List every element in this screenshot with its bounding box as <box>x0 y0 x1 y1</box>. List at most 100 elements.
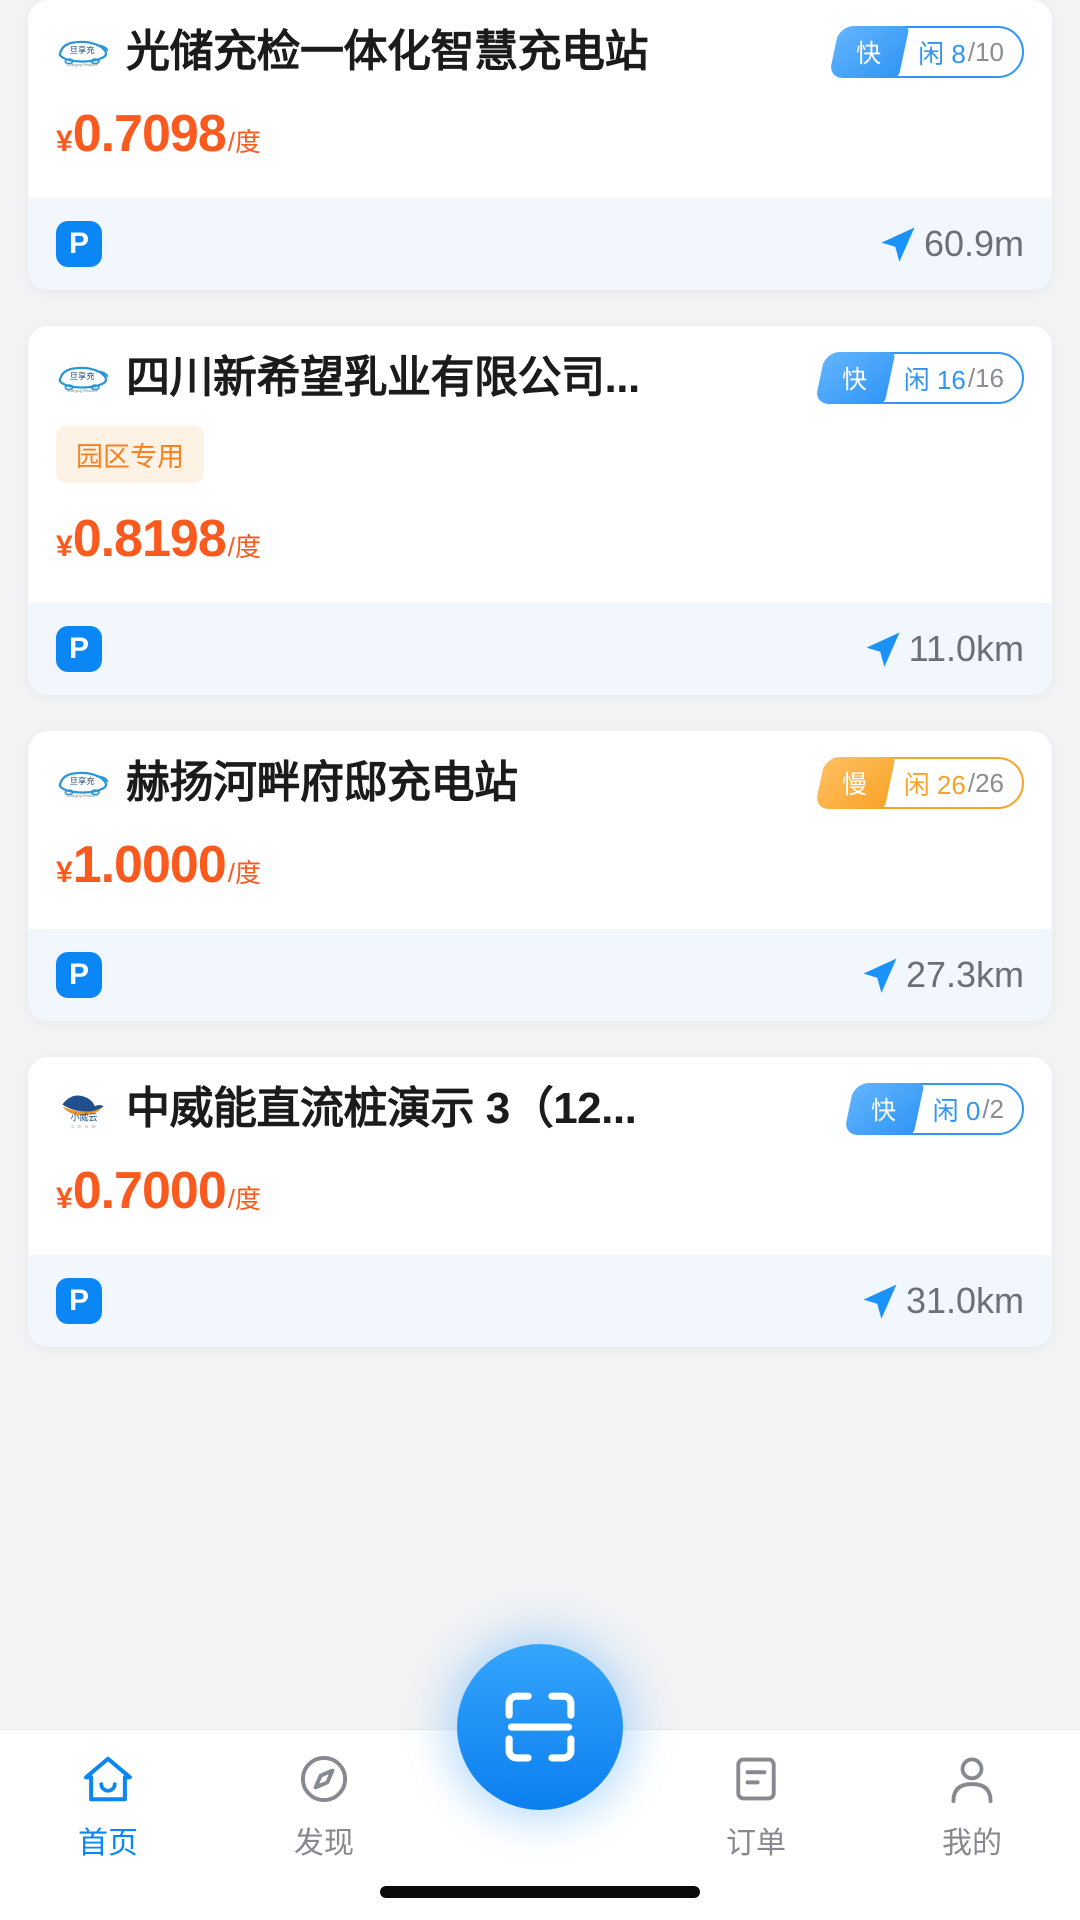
tab-order[interactable]: 订单 <box>648 1752 864 1862</box>
svg-text:旦享充: 旦享充 <box>70 371 96 381</box>
price-value: 0.7000 <box>72 1162 227 1220</box>
parking-icon: P <box>56 626 102 672</box>
distance-text: 27.3km <box>905 954 1024 995</box>
station-status-badge: 慢 闲 26 /26 <box>814 757 1024 809</box>
station-title-row: 旦享充 Chargiog Pleasure 赫扬河畔府邸充电站 慢 闲 26 /2… <box>56 757 1024 809</box>
station-card-footer: P 27.3km <box>28 929 1052 1021</box>
distance-text: 31.0km <box>905 1280 1024 1321</box>
station-status-badge: 快 闲 8 /10 <box>828 26 1024 78</box>
station-card-body: 小威云 C E S M 中威能直流桩演示 3（12... 快 闲 0 /2 ¥ 0… <box>28 1057 1052 1255</box>
total-count: /16 <box>967 362 1004 393</box>
tab-compass[interactable]: 发现 <box>216 1752 432 1862</box>
svg-text:旦享充: 旦享充 <box>70 776 96 786</box>
svg-text:C E S M: C E S M <box>71 1124 97 1129</box>
danxiangchong-logo: 旦享充 Chargiog Pleasure <box>58 771 109 798</box>
charge-speed-badge: 快 <box>843 1083 925 1135</box>
availability-badge: 闲 26 /26 <box>875 757 1024 809</box>
distance-group[interactable]: 11.0km <box>861 627 1024 671</box>
station-card[interactable]: 旦享充 Chargiog Pleasure 赫扬河畔府邸充电站 慢 闲 26 /2… <box>28 731 1052 1021</box>
tab-label: 首页 <box>78 1827 138 1860</box>
compass-icon <box>300 1755 348 1803</box>
station-title-row: 旦享充 Chargiog Pleasure 四川新希望乳业有限公司... 快 闲 … <box>56 352 1024 404</box>
navigation-arrow-icon <box>866 632 900 667</box>
charge-speed-label: 慢 <box>842 771 868 799</box>
danxiangchong-logo: 旦享充 Chargiog Pleasure <box>58 366 109 393</box>
price-currency: ¥ <box>56 125 73 158</box>
tab-label: 发现 <box>294 1827 354 1860</box>
svg-text:Chargiog Pleasure: Chargiog Pleasure <box>67 389 98 393</box>
home-icon <box>84 1756 132 1802</box>
station-card-footer: P 11.0km <box>28 603 1052 695</box>
available-count: 闲 26 <box>903 769 966 800</box>
home-indicator <box>380 1886 700 1898</box>
price-unit: /度 <box>227 127 261 157</box>
parking-icon: P <box>56 221 102 267</box>
charge-speed-label: 快 <box>842 366 868 394</box>
station-list[interactable]: 旦享充 Chargiog Pleasure 光储充检一体化智慧充电站 快 闲 8 … <box>0 0 1080 1920</box>
price-row: ¥ 0.7000 /度 <box>56 1161 1024 1221</box>
station-title-row: 小威云 C E S M 中威能直流桩演示 3（12... 快 闲 0 /2 <box>56 1083 1024 1135</box>
charge-speed-label: 快 <box>856 40 882 68</box>
station-card[interactable]: 旦享充 Chargiog Pleasure 四川新希望乳业有限公司... 快 闲 … <box>28 326 1052 695</box>
station-brand-logo: 旦享充 Chargiog Pleasure <box>56 358 112 398</box>
station-brand-logo: 小威云 C E S M <box>56 1089 112 1129</box>
charge-speed-badge: 快 <box>828 26 910 78</box>
scan-fab-button[interactable] <box>457 1644 623 1810</box>
price-value: 0.8198 <box>72 510 227 568</box>
available-count: 闲 8 <box>918 38 966 69</box>
navigation-arrow-icon <box>863 1284 897 1319</box>
distance-text: 11.0km <box>908 628 1024 669</box>
price-value: 0.7098 <box>72 105 227 163</box>
price-unit: /度 <box>227 1184 261 1214</box>
navigation-arrow-icon <box>881 227 915 262</box>
price-value: 1.0000 <box>72 836 227 894</box>
distance-group[interactable]: 60.9m <box>876 222 1024 266</box>
station-title-row: 旦享充 Chargiog Pleasure 光储充检一体化智慧充电站 快 闲 8 … <box>56 26 1024 78</box>
price-row: ¥ 1.0000 /度 <box>56 835 1024 895</box>
price-currency: ¥ <box>56 856 73 889</box>
station-name: 赫扬河畔府邸充电站 <box>126 759 518 807</box>
station-card[interactable]: 旦享充 Chargiog Pleasure 光储充检一体化智慧充电站 快 闲 8 … <box>28 0 1052 290</box>
tab-home[interactable]: 首页 <box>0 1752 216 1862</box>
available-count: 闲 16 <box>903 364 966 395</box>
person-icon <box>951 1757 993 1803</box>
station-tag: 园区专用 <box>56 426 204 483</box>
availability-badge: 闲 8 /10 <box>890 26 1024 78</box>
svg-text:小威云: 小威云 <box>70 1112 97 1123</box>
station-brand-logo: 旦享充 Chargiog Pleasure <box>56 763 112 803</box>
tab-label: 我的 <box>942 1827 1002 1860</box>
tab-person[interactable]: 我的 <box>864 1752 1080 1862</box>
price-currency: ¥ <box>56 1182 73 1215</box>
station-card[interactable]: 小威云 C E S M 中威能直流桩演示 3（12... 快 闲 0 /2 ¥ 0… <box>28 1057 1052 1347</box>
distance-group[interactable]: 27.3km <box>858 953 1024 997</box>
distance-text: 60.9m <box>923 223 1024 264</box>
svg-text:Chargiog Pleasure: Chargiog Pleasure <box>67 63 98 67</box>
availability-badge: 闲 16 /16 <box>875 352 1024 404</box>
total-count: /2 <box>982 1093 1004 1124</box>
charge-speed-badge: 快 <box>814 352 896 404</box>
station-status-badge: 快 闲 0 /2 <box>843 1083 1024 1135</box>
price-currency: ¥ <box>56 530 73 563</box>
tab-label: 订单 <box>726 1827 786 1860</box>
zhongweineng-logo: 小威云C E S M <box>62 1095 104 1129</box>
station-name: 四川新希望乳业有限公司... <box>126 354 640 402</box>
total-count: /26 <box>967 767 1004 798</box>
distance-group[interactable]: 31.0km <box>858 1279 1024 1323</box>
station-brand-logo: 旦享充 Chargiog Pleasure <box>56 32 112 72</box>
station-card-footer: P 31.0km <box>28 1255 1052 1347</box>
parking-icon: P <box>56 952 102 998</box>
price-row: ¥ 0.7098 /度 <box>56 104 1024 164</box>
tag-row: 园区专用 <box>56 426 1024 483</box>
order-icon <box>736 1757 776 1801</box>
scan-icon <box>505 1692 575 1762</box>
station-name: 中威能直流桩演示 3（12... <box>126 1085 637 1133</box>
price-unit: /度 <box>227 532 261 562</box>
charge-speed-label: 快 <box>871 1097 897 1125</box>
parking-icon: P <box>56 1278 102 1324</box>
station-card-body: 旦享充 Chargiog Pleasure 光储充检一体化智慧充电站 快 闲 8 … <box>28 0 1052 198</box>
charge-speed-badge: 慢 <box>814 757 896 809</box>
danxiangchong-logo: 旦享充 Chargiog Pleasure <box>58 40 109 67</box>
station-card-footer: P 60.9m <box>28 198 1052 290</box>
price-unit: /度 <box>227 858 261 888</box>
station-name: 光储充检一体化智慧充电站 <box>126 28 649 76</box>
